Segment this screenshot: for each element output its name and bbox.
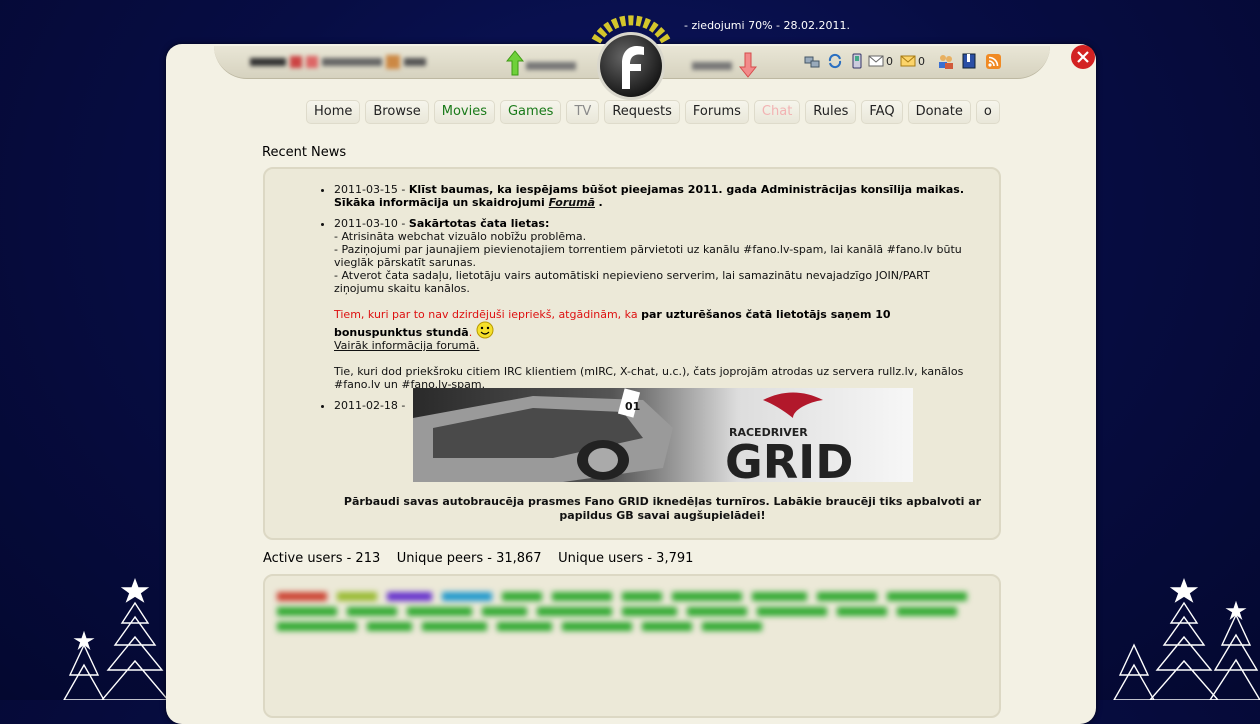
notice-text: Tiem, kuri par to nav dzirdējuši iepriek… xyxy=(334,308,642,321)
download-arrow-icon xyxy=(739,52,757,78)
nav-forums[interactable]: Forums xyxy=(684,100,749,124)
site-stats: Active users - 213 Unique peers - 31,867… xyxy=(263,551,694,566)
news-headline: Klīst baumas, ka iespējams būšot pieejam… xyxy=(408,183,964,196)
news-date: 2011-03-15 xyxy=(334,183,398,196)
active-users-blurred xyxy=(277,592,983,712)
christmas-tree-right-icon xyxy=(1113,578,1260,700)
nav-tv[interactable]: TV xyxy=(566,100,600,124)
news-item: 2011-03-10 - Sakārtotas čata lietas: - A… xyxy=(334,217,970,391)
forum-link[interactable]: Forumā xyxy=(549,196,595,209)
computers-icon[interactable] xyxy=(804,54,820,70)
more-info-link[interactable]: Vairāk informācija forumā. xyxy=(334,339,479,352)
notice-suffix: . xyxy=(468,326,473,339)
mail-icon[interactable] xyxy=(868,55,884,67)
nav-games[interactable]: Games xyxy=(499,100,562,124)
nav-rules[interactable]: Rules xyxy=(805,100,857,124)
news-headline: Sakārtotas čata lietas: xyxy=(408,217,550,230)
nav-chat[interactable]: Chat xyxy=(753,100,801,124)
news-date: 2011-03-10 xyxy=(334,217,398,230)
main-nav: Home Browse Movies Games TV Requests For… xyxy=(306,100,1000,124)
bookmarks-icon[interactable] xyxy=(962,53,976,69)
news-date: 2011-02-18 xyxy=(334,399,398,412)
messages-icon[interactable] xyxy=(900,55,916,67)
recent-news-title: Recent News xyxy=(262,145,347,160)
upload-arrow-icon xyxy=(506,50,524,76)
logo-icon[interactable] xyxy=(586,11,676,101)
grid-banner-art: 01 RACEDRIVER GRID xyxy=(413,388,853,489)
username-blurred[interactable] xyxy=(250,52,468,72)
news-item: 2011-03-15 - Klīst baumas, ka iespējams … xyxy=(334,183,970,209)
news-line: - Paziņojumi par jaunajiem pievienotajie… xyxy=(334,243,962,269)
banner-car-number: 01 xyxy=(625,400,640,413)
active-users-box xyxy=(263,574,1001,718)
banner-brand-big: GRID xyxy=(725,435,853,482)
download-ratio-blurred xyxy=(692,52,738,72)
news-line: - Atverot čata sadaļu, lietotāju vairs a… xyxy=(334,269,930,295)
friends-icon[interactable] xyxy=(937,53,955,69)
mail-count: 0 xyxy=(886,55,893,68)
phone-icon[interactable] xyxy=(851,53,863,69)
upload-ratio-blurred xyxy=(526,52,586,72)
donation-status: - ziedojumi 70% - 28.02.2011. xyxy=(684,19,850,32)
christmas-tree-left-icon xyxy=(63,578,169,700)
nav-extra[interactable]: o xyxy=(975,100,1000,124)
nav-browse[interactable]: Browse xyxy=(365,100,429,124)
nav-donate[interactable]: Donate xyxy=(907,100,971,124)
rss-icon[interactable] xyxy=(986,54,1001,69)
news-list: 2011-03-15 - Klīst baumas, ka iespējams … xyxy=(320,183,970,420)
messages-count: 0 xyxy=(918,55,925,68)
news-line: - Atrisināta webchat vizuālo nobīžu prob… xyxy=(334,230,587,243)
banner-caption: Pārbaudi savas autobraucēja prasmes Fano… xyxy=(343,495,982,522)
nav-requests[interactable]: Requests xyxy=(604,100,680,124)
news-detail-suffix: . xyxy=(598,196,603,209)
nav-faq[interactable]: FAQ xyxy=(861,100,903,124)
close-icon[interactable] xyxy=(1070,44,1096,70)
news-detail-prefix: Sīkāka informācija un skaidrojumi xyxy=(334,196,549,209)
nav-movies[interactable]: Movies xyxy=(433,100,495,124)
grid-banner-image[interactable]: 01 RACEDRIVER GRID xyxy=(413,388,913,489)
nav-home[interactable]: Home xyxy=(306,100,361,124)
smiley-icon xyxy=(476,321,494,339)
refresh-icon[interactable] xyxy=(827,53,843,69)
